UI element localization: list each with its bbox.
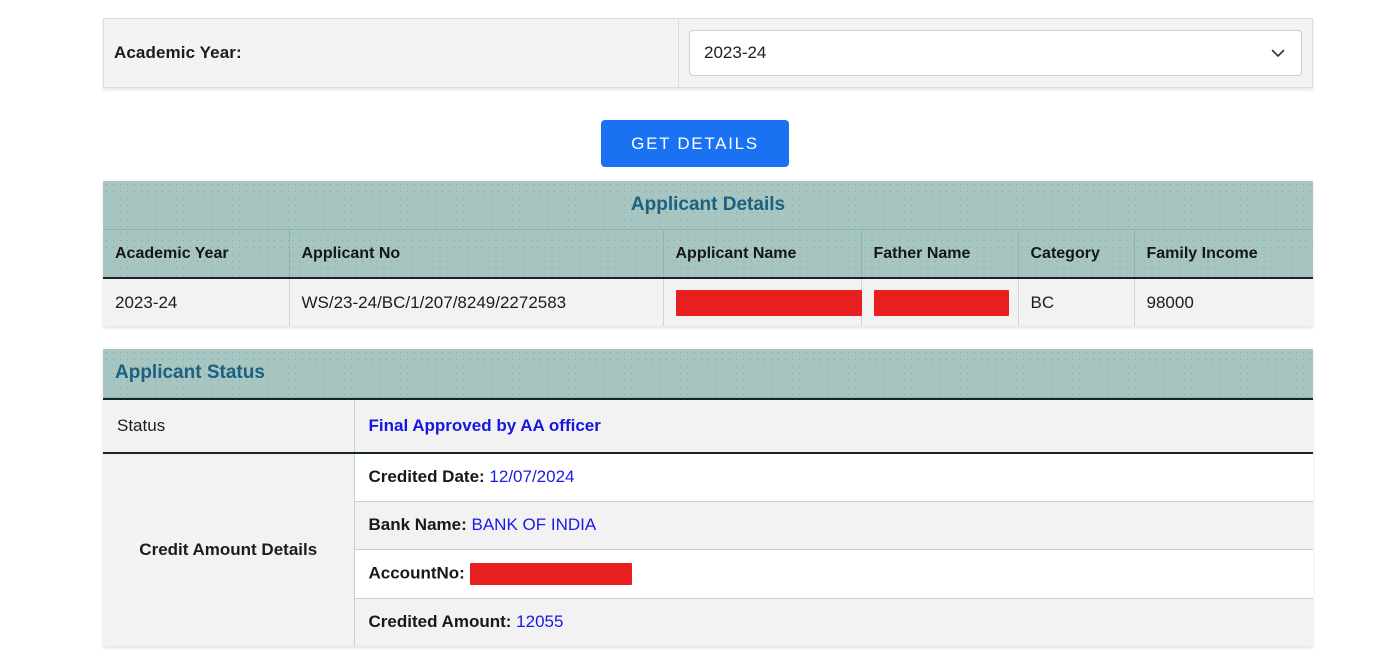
- applicant-status-table: Status Final Approved by AA officer Cred…: [103, 398, 1313, 646]
- credited-date-key: Credited Date:: [368, 467, 485, 487]
- account-no-key: AccountNo:: [368, 562, 465, 582]
- get-details-button-wrap: GET DETAILS: [0, 120, 1390, 167]
- column-header-applicant-no: Applicant No: [289, 230, 664, 279]
- credited-amount-value: 12055: [516, 612, 564, 632]
- academic-year-selected-value: 2023-24: [704, 43, 767, 62]
- column-header-category: Category: [1018, 230, 1135, 279]
- status-row: Status Final Approved by AA officer: [103, 398, 1313, 454]
- applicant-details-card: Applicant Details Academic Year Applican…: [103, 181, 1313, 326]
- account-no-cell: AccountNo:: [354, 549, 1313, 599]
- academic-year-label-cell: Academic Year:: [104, 19, 679, 87]
- cell-applicant-name: [663, 278, 862, 326]
- applicant-status-card: Applicant Status Status Final Approved b…: [103, 349, 1313, 646]
- academic-year-select-cell: 2023-24: [679, 19, 1312, 87]
- column-header-academic-year: Academic Year: [103, 230, 290, 279]
- column-header-applicant-name: Applicant Name: [663, 230, 862, 279]
- get-details-button[interactable]: GET DETAILS: [601, 120, 789, 167]
- column-header-father-name: Father Name: [861, 230, 1019, 279]
- bank-name-cell: Bank Name: BANK OF INDIA: [354, 501, 1313, 550]
- credit-row-credited-date: Credit Amount Details Credited Date: 12/…: [103, 453, 1313, 646]
- credited-date-value: 12/07/2024: [489, 467, 575, 487]
- cell-category: BC: [1018, 278, 1135, 326]
- table-row: 2023-24 WS/23-24/BC/1/207/8249/2272583 B…: [103, 278, 1313, 326]
- column-header-family-income: Family Income: [1134, 230, 1313, 279]
- applicant-details-table: Academic Year Applicant No Applicant Nam…: [103, 230, 1313, 326]
- academic-year-label: Academic Year:: [114, 43, 242, 62]
- bank-name-value: BANK OF INDIA: [471, 515, 597, 534]
- redaction-bar-applicant-name: [675, 289, 862, 316]
- cell-applicant-no: WS/23-24/BC/1/207/8249/2272583: [289, 278, 664, 326]
- cell-family-income: 98000: [1134, 278, 1313, 326]
- chevron-down-icon: [1269, 44, 1287, 62]
- page-root: Academic Year: 2023-24 GET DETAILS Appli…: [0, 0, 1390, 657]
- credited-amount-key: Credited Amount:: [368, 612, 512, 632]
- redaction-bar-father-name: [873, 289, 1009, 316]
- status-label: Status: [103, 398, 355, 454]
- credited-date-cell: Credited Date: 12/07/2024: [354, 453, 1313, 502]
- table-header-row: Academic Year Applicant No Applicant Nam…: [103, 230, 1313, 279]
- academic-year-select[interactable]: 2023-24: [689, 30, 1302, 76]
- cell-father-name: [861, 278, 1019, 326]
- status-badge: Final Approved by AA officer: [354, 398, 1313, 454]
- credit-amount-details-label: Credit Amount Details: [103, 453, 355, 646]
- cell-academic-year: 2023-24: [103, 278, 290, 326]
- credited-amount-cell: Credited Amount: 12055: [354, 598, 1313, 646]
- redaction-bar-account-no: [469, 562, 632, 585]
- applicant-status-title: Applicant Status: [103, 349, 1313, 398]
- bank-name-key: Bank Name:: [368, 515, 467, 534]
- academic-year-filter-bar: Academic Year: 2023-24: [103, 18, 1313, 88]
- applicant-details-title: Applicant Details: [103, 181, 1313, 230]
